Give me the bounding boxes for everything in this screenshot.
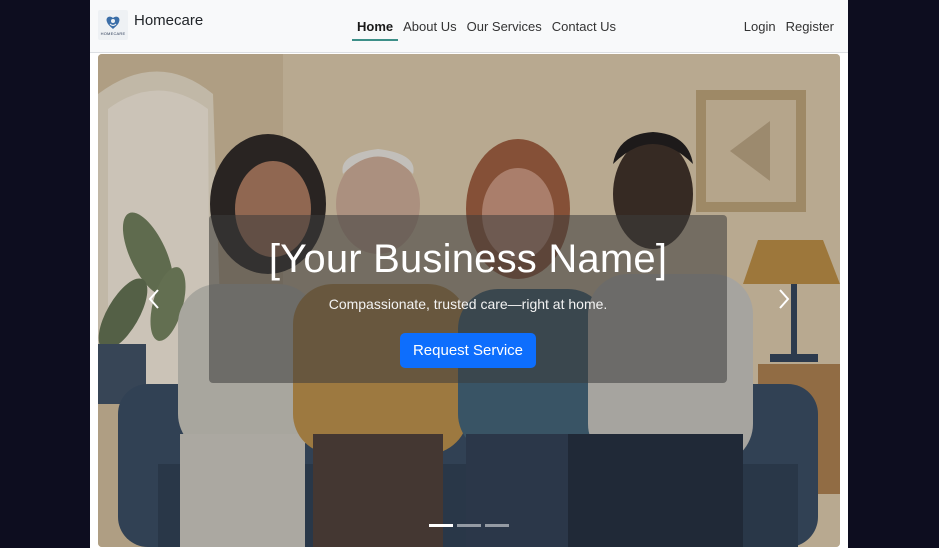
hero-title: [Your Business Name] (268, 237, 668, 281)
carousel-prev-button[interactable] (134, 279, 174, 319)
hero-caption: [Your Business Name] Compassionate, trus… (209, 215, 727, 383)
page: HOMECARE Homecare Home About Us Our Serv… (90, 0, 848, 548)
login-link[interactable]: Login (740, 0, 780, 52)
carousel-next-button[interactable] (764, 279, 804, 319)
carousel-indicator-3[interactable] (485, 524, 509, 527)
register-link[interactable]: Register (782, 0, 838, 52)
request-service-button[interactable]: Request Service (399, 333, 537, 368)
carousel-indicator-2[interactable] (457, 524, 481, 527)
chevron-right-icon (779, 289, 790, 309)
carousel-indicator-1[interactable] (429, 524, 453, 527)
brand[interactable]: HOMECARE Homecare (98, 10, 203, 40)
nav-auth-links: Login Register (740, 0, 838, 52)
homecare-logo-icon: HOMECARE (98, 10, 128, 40)
carousel-indicators (98, 524, 840, 527)
hero-subtitle: Compassionate, trusted care—right at hom… (328, 296, 608, 312)
brand-name[interactable]: Homecare (134, 12, 203, 29)
hero-carousel: [Your Business Name] Compassionate, trus… (98, 54, 840, 547)
nav-link-contact-us[interactable]: Contact Us (547, 0, 621, 52)
nav-links: Home About Us Our Services Contact Us (352, 0, 621, 52)
navbar: HOMECARE Homecare Home About Us Our Serv… (90, 0, 848, 53)
nav-link-about-us[interactable]: About Us (398, 0, 461, 52)
nav-link-home[interactable]: Home (352, 0, 399, 52)
logo-text: HOMECARE (100, 30, 126, 36)
chevron-left-icon (148, 289, 159, 309)
nav-link-our-services[interactable]: Our Services (462, 0, 547, 52)
